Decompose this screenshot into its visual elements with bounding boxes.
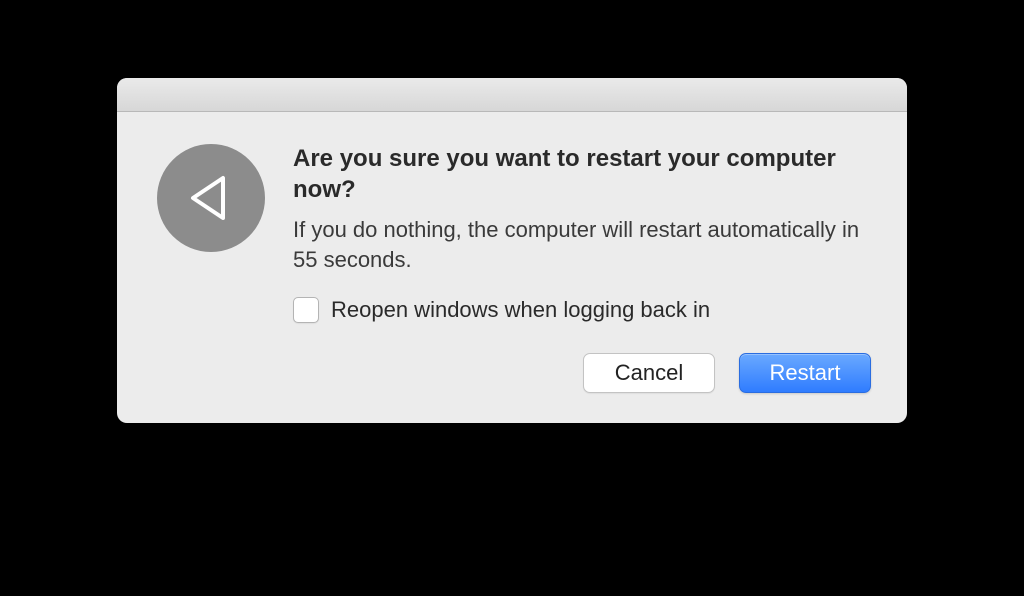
triangle-left-icon [183, 170, 239, 226]
reopen-windows-row[interactable]: Reopen windows when logging back in [293, 297, 871, 323]
restart-button[interactable]: Restart [739, 353, 871, 393]
dialog-content: Are you sure you want to restart your co… [117, 112, 907, 423]
cancel-button[interactable]: Cancel [583, 353, 715, 393]
reopen-windows-checkbox[interactable] [293, 297, 319, 323]
dialog-icon-column [157, 144, 265, 393]
dialog-heading: Are you sure you want to restart your co… [293, 144, 871, 205]
dialog-message: If you do nothing, the computer will res… [293, 215, 871, 274]
dialog-body: Are you sure you want to restart your co… [293, 144, 871, 393]
restart-confirmation-dialog: Are you sure you want to restart your co… [117, 78, 907, 423]
dialog-button-row: Cancel Restart [293, 353, 871, 393]
dialog-titlebar [117, 78, 907, 112]
reopen-windows-label: Reopen windows when logging back in [331, 297, 710, 323]
restart-icon [157, 144, 265, 252]
